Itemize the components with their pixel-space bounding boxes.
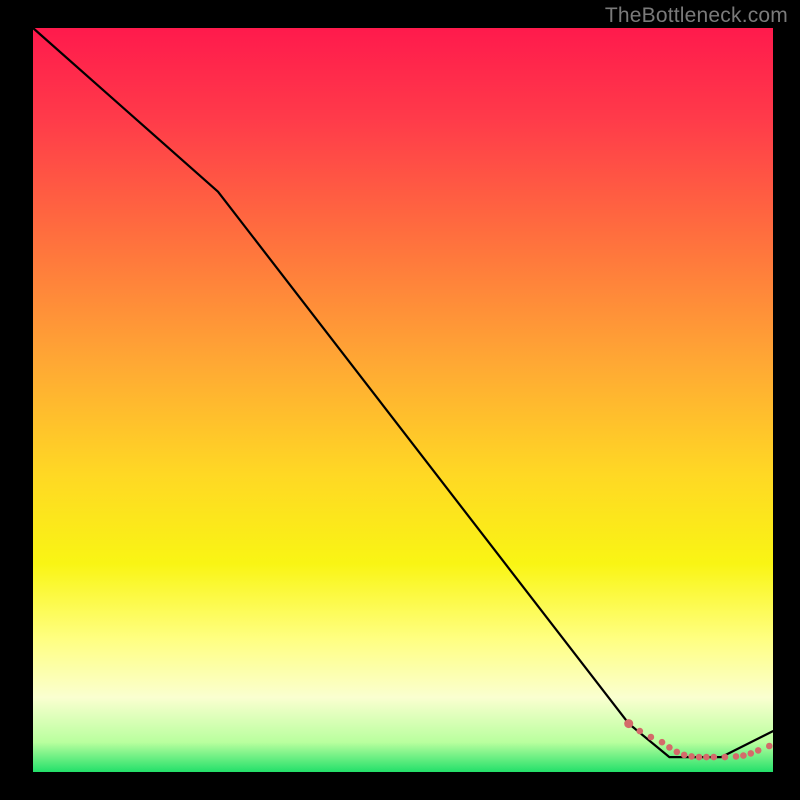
marker-dot: [681, 752, 688, 759]
marker-dot: [703, 754, 710, 761]
marker-dot: [740, 752, 747, 759]
marker-dot: [637, 728, 644, 735]
marker-dot: [624, 719, 633, 728]
marker-dot: [688, 753, 695, 760]
marker-dot: [711, 754, 718, 761]
marker-dot: [722, 754, 729, 761]
marker-dot: [674, 749, 681, 756]
marker-dot: [733, 753, 740, 760]
chart-stage: TheBottleneck.com: [0, 0, 800, 800]
marker-dot: [766, 743, 773, 750]
marker-dot: [696, 754, 703, 761]
watermark-text: TheBottleneck.com: [605, 4, 788, 28]
marker-dot: [666, 744, 673, 751]
marker-dot: [748, 750, 755, 757]
marker-dot: [648, 734, 655, 741]
marker-dot: [659, 739, 666, 746]
marker-dot: [755, 747, 762, 754]
bottleneck-chart: [0, 0, 800, 800]
chart-background: [33, 28, 773, 772]
